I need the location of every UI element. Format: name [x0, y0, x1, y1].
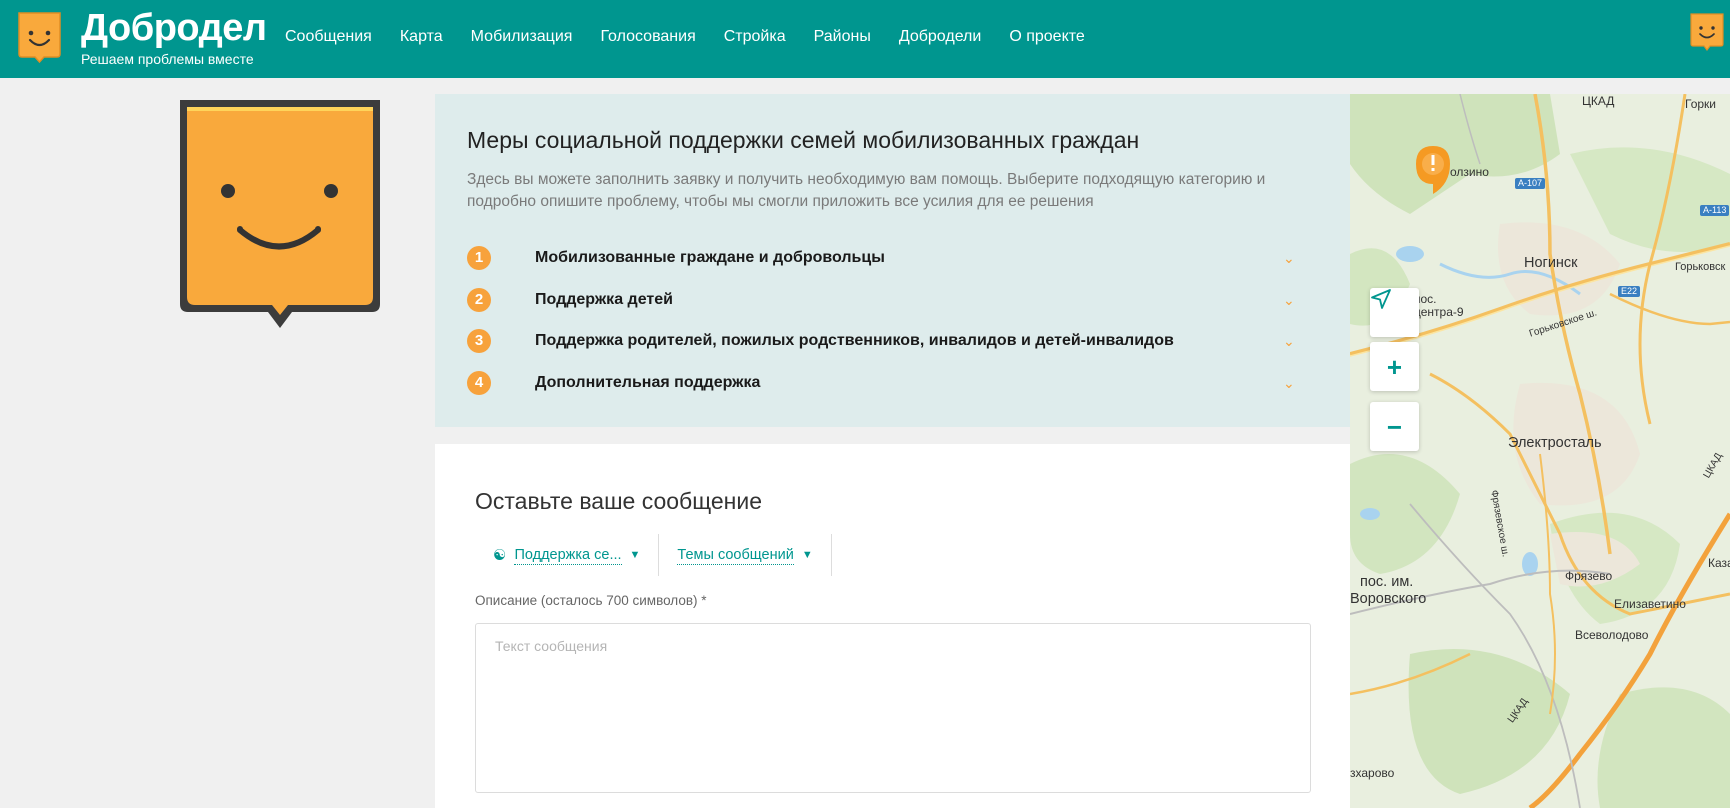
category-item-2[interactable]: 2 Поддержка детей ⌄ — [467, 287, 1317, 330]
message-form-panel: Оставьте ваше сообщение ☯ Поддержка се..… — [435, 444, 1350, 808]
map-city-label: Ногинск — [1524, 255, 1578, 271]
brand-subtitle: Решаем проблемы вместе — [81, 51, 254, 67]
category-label: Мобилизованные граждане и добровольцы — [535, 249, 885, 266]
map-canvas — [1350, 94, 1730, 808]
navigation-arrow-icon — [1371, 289, 1391, 309]
map-label: олзино — [1450, 165, 1489, 179]
chevron-down-icon: ⌄ — [1283, 250, 1295, 266]
divider — [830, 534, 832, 576]
nav-mobilization[interactable]: Мобилизация — [471, 26, 573, 48]
category-select[interactable]: ☯ Поддержка се... ▼ — [475, 534, 658, 576]
category-number: 3 — [467, 329, 491, 353]
category-select-value: Поддержка се... — [514, 546, 622, 565]
map-label: Фрязево — [1565, 569, 1613, 583]
map-label: ЦКАД — [1582, 94, 1615, 108]
map-city-label: Воровского — [1350, 591, 1427, 607]
main-nav: Сообщения Карта Мобилизация Голосования … — [285, 26, 1113, 48]
map-label: Горки — [1685, 97, 1716, 111]
map-city-label: пос. им. — [1360, 574, 1414, 590]
category-item-4[interactable]: 4 Дополнительная поддержка ⌄ — [467, 370, 1317, 413]
form-title: Оставьте ваше сообщение — [475, 488, 763, 514]
plus-icon: + — [1386, 351, 1403, 382]
nav-dobrodeli[interactable]: Добродели — [899, 26, 982, 48]
map-label: зхарово — [1350, 766, 1395, 780]
map-city-label: Электросталь — [1508, 435, 1602, 451]
chevron-down-icon: ▼ — [629, 549, 641, 561]
map-label: Всеволодово — [1575, 628, 1649, 642]
category-label: Дополнительная поддержка — [535, 373, 761, 391]
nav-construction[interactable]: Стройка — [724, 26, 786, 48]
chevron-down-icon: ▼ — [801, 549, 813, 561]
road-badge: А-107 — [1515, 178, 1546, 189]
support-info-panel: Меры социальной поддержки семей мобилизо… — [435, 94, 1350, 427]
message-textarea[interactable] — [475, 623, 1311, 793]
nav-districts[interactable]: Районы — [814, 26, 871, 48]
page-description: Здесь вы можете заполнить заявку и получ… — [467, 171, 1266, 210]
zoom-out-button[interactable]: − — [1370, 402, 1419, 451]
map-label: Каза — [1708, 556, 1730, 570]
topic-select-value: Темы сообщений — [677, 546, 794, 565]
nav-about[interactable]: О проекте — [1009, 26, 1084, 48]
topic-select[interactable]: Темы сообщений ▼ — [658, 534, 830, 576]
map-label: Елизаветино — [1614, 597, 1686, 611]
road-badge: А-113 — [1700, 205, 1730, 216]
top-header: Добродел Решаем проблемы вместе Сообщени… — [0, 0, 1730, 78]
category-number: 4 — [467, 370, 491, 395]
category-item-3[interactable]: 3 Поддержка родителей, пожилых родственн… — [467, 329, 1317, 371]
road-badge: E22 — [1618, 286, 1641, 297]
brand-title: Добродел — [81, 7, 267, 49]
map-view[interactable]: ЦКАД Горки олзино А-107 А-113 Ногинск Го… — [1350, 94, 1730, 808]
category-icon: ☯ — [493, 547, 507, 564]
minus-icon: − — [1386, 411, 1403, 442]
smiley-shield-icon — [1690, 13, 1724, 51]
map-label: центра-9 — [1414, 305, 1464, 319]
category-list: 1 Мобилизованные граждане и добровольцы … — [467, 246, 1317, 412]
zoom-in-button[interactable]: + — [1370, 342, 1419, 391]
chevron-down-icon: ⌄ — [1283, 291, 1295, 308]
locate-button[interactable] — [1370, 288, 1419, 337]
chevron-down-icon: ⌄ — [1283, 333, 1295, 349]
form-selectors: ☯ Поддержка се... ▼ Темы сообщений ▼ — [475, 534, 832, 576]
brand[interactable]: Добродел Решаем проблемы вместе — [81, 6, 267, 67]
category-item-1[interactable]: 1 Мобилизованные граждане и добровольцы … — [467, 246, 1317, 288]
nav-votes[interactable]: Голосования — [600, 26, 695, 48]
description-label: Описание (осталось 700 символов) * — [475, 593, 707, 608]
category-number: 2 — [467, 287, 491, 312]
chevron-down-icon: ⌄ — [1283, 374, 1295, 391]
category-number: 1 — [467, 246, 491, 270]
category-label: Поддержка родителей, пожилых родственник… — [535, 332, 1174, 349]
avatar[interactable] — [1689, 12, 1725, 52]
nav-messages[interactable]: Сообщения — [285, 26, 372, 48]
smiley-shield-icon — [180, 100, 380, 328]
map-label: Горьковск — [1675, 261, 1726, 273]
category-label: Поддержка детей — [535, 290, 673, 308]
smiley-shield-icon — [18, 12, 61, 64]
nav-map[interactable]: Карта — [400, 26, 443, 48]
page-title: Меры социальной поддержки семей мобилизо… — [467, 127, 1140, 153]
logo[interactable] — [16, 10, 63, 64]
category-emblem — [178, 98, 382, 330]
